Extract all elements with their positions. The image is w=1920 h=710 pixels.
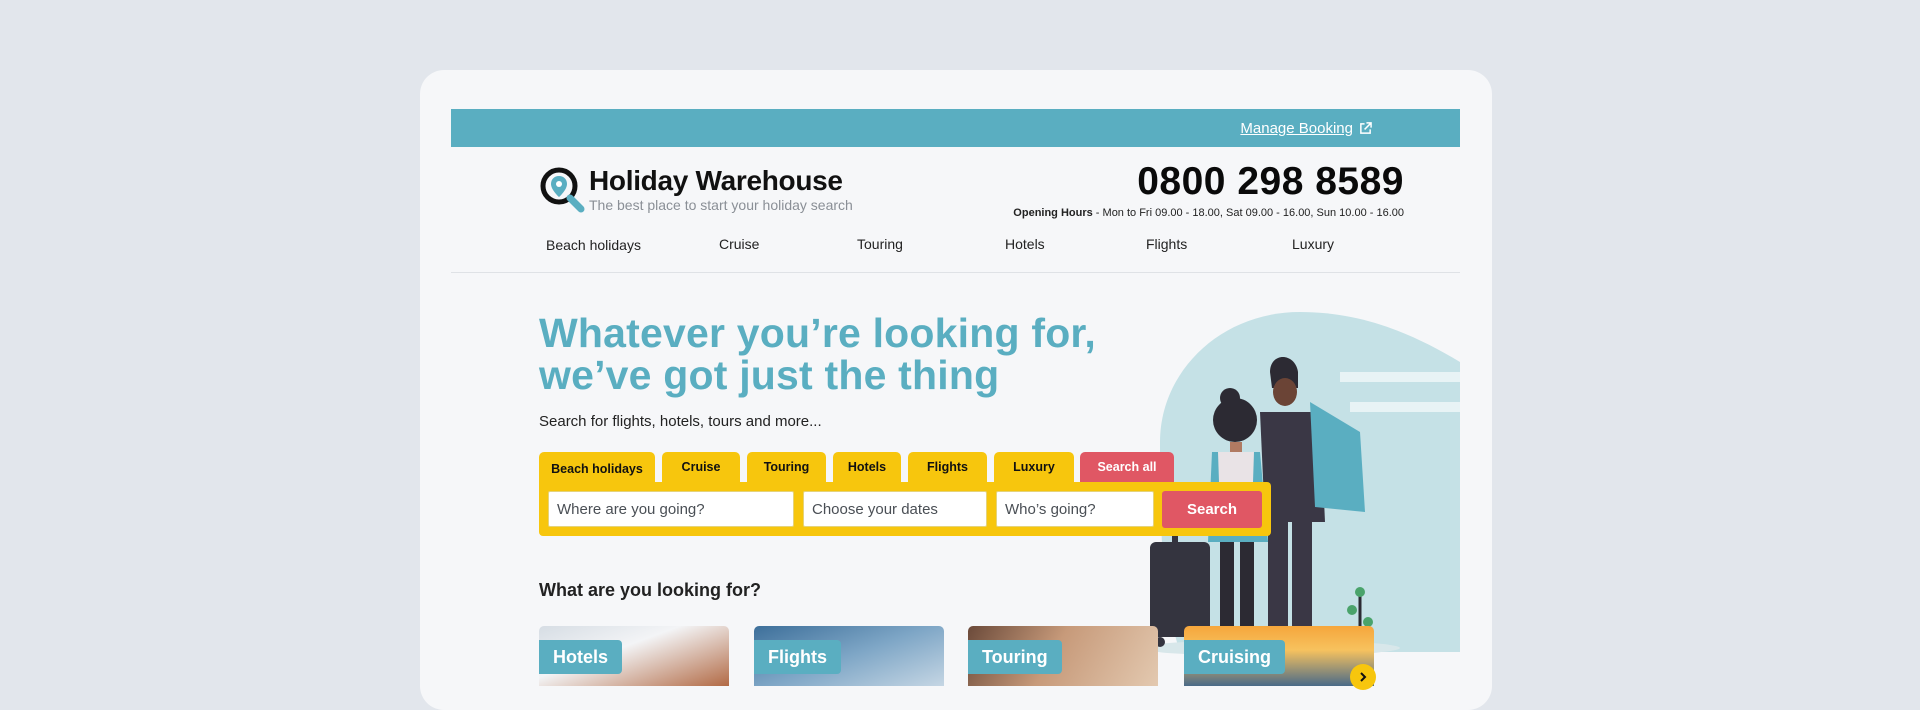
guests-input[interactable]: Who’s going? <box>996 491 1154 527</box>
external-link-icon <box>1360 121 1372 134</box>
hero-title-line2: we’ve got just the thing <box>539 352 1000 398</box>
tab-search-all[interactable]: Search all <box>1080 452 1174 482</box>
categories-heading: What are you looking for? <box>539 580 762 600</box>
category-label-flights: Flights <box>754 640 841 674</box>
tab-touring[interactable]: Touring <box>747 452 826 482</box>
tab-flights[interactable]: Flights <box>908 452 987 482</box>
tab-beach-holidays[interactable]: Beach holidays <box>539 452 655 486</box>
search-button[interactable]: Search <box>1162 491 1262 528</box>
hero-title-line1: Whatever you’re looking for, <box>539 310 1096 356</box>
hero-title: Whatever you’re looking for, we’ve got j… <box>539 312 1159 396</box>
header-divider <box>451 272 1460 273</box>
opening-hours-text: - Mon to Fri 09.00 - 18.00, Sat 09.00 - … <box>1092 207 1404 219</box>
search-panel: Where are you going? Choose your dates W… <box>539 482 1271 536</box>
phone-number[interactable]: 0800 298 8589 <box>1137 160 1404 204</box>
carousel-next-button[interactable] <box>1350 664 1376 690</box>
category-label-cruising: Cruising <box>1184 640 1286 674</box>
brand-name: Holiday Warehouse <box>589 165 843 196</box>
manage-booking-link[interactable]: Manage Booking <box>1240 120 1372 137</box>
nav-item-luxury[interactable]: Luxury <box>1292 236 1334 252</box>
chevron-right-icon <box>1360 672 1367 682</box>
tab-luxury[interactable]: Luxury <box>994 452 1074 482</box>
tab-hotels[interactable]: Hotels <box>833 452 901 482</box>
nav-item-hotels[interactable]: Hotels <box>1005 236 1045 252</box>
top-bar: Manage Booking <box>451 109 1460 147</box>
category-label-touring: Touring <box>968 640 1062 674</box>
site-logo[interactable]: Holiday Warehouse The best place to star… <box>539 166 853 214</box>
nav-item-flights[interactable]: Flights <box>1146 236 1187 252</box>
brand-tagline: The best place to start your holiday sea… <box>589 197 853 213</box>
main-nav: Beach holidays Cruise Touring Hotels Fli… <box>539 236 1379 266</box>
category-label-hotels: Hotels <box>539 640 623 674</box>
nav-item-touring[interactable]: Touring <box>857 236 903 252</box>
map-pin-search-icon <box>540 167 585 213</box>
opening-hours: Opening Hours - Mon to Fri 09.00 - 18.00… <box>1013 207 1404 219</box>
category-card-hotels[interactable]: Hotels <box>539 626 729 686</box>
hero-subtitle: Search for flights, hotels, tours and mo… <box>539 413 822 430</box>
nav-item-beach-holidays[interactable]: Beach holidays <box>546 237 641 253</box>
opening-hours-label: Opening Hours <box>1013 207 1093 219</box>
category-card-flights[interactable]: Flights <box>754 626 944 686</box>
tab-cruise[interactable]: Cruise <box>662 452 740 482</box>
manage-booking-label: Manage Booking <box>1240 119 1353 137</box>
destination-input[interactable]: Where are you going? <box>548 491 794 527</box>
dates-input[interactable]: Choose your dates <box>803 491 987 527</box>
category-card-touring[interactable]: Touring <box>968 626 1158 686</box>
category-card-cruising[interactable]: Cruising <box>1184 626 1374 686</box>
nav-item-cruise[interactable]: Cruise <box>719 236 759 252</box>
page-frame: Manage Booking Holiday Warehouse The bes… <box>420 70 1492 710</box>
